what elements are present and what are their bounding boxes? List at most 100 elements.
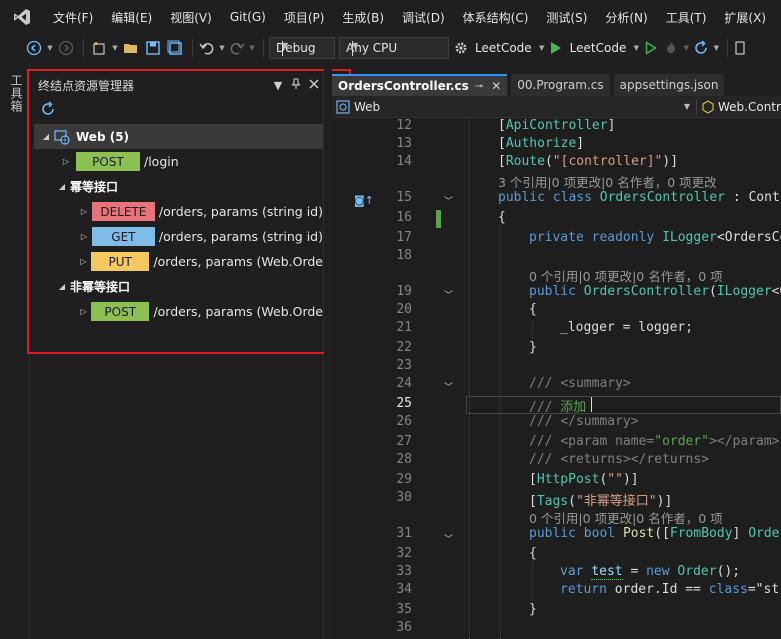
code-line[interactable]: 36	[332, 620, 781, 638]
code-line[interactable]: 29 [HttpPost("")]	[332, 472, 781, 490]
code-editor[interactable]: ◙↑ ﹀ ﹀ ﹀ ﹀ 12 [ApiController] 13 [Authorize…	[332, 118, 781, 639]
tree-item-endpoint[interactable]: ▷ GET /orders, params (string id)	[34, 224, 323, 249]
code-line[interactable]: 30 [Tags("非幂等接口")]	[332, 490, 781, 509]
code-line[interactable]: 25 /// 添加	[332, 396, 781, 415]
platform-select[interactable]: Any CPU ▼	[339, 37, 449, 59]
project-scope-select[interactable]: Web ▼	[332, 97, 696, 117]
collapsed-triangle-icon[interactable]: ▷	[78, 257, 89, 266]
refresh-icon[interactable]	[692, 37, 710, 59]
code-line[interactable]: 23	[332, 358, 781, 376]
start-without-debugging-icon[interactable]	[642, 37, 660, 59]
undo-icon[interactable]	[198, 37, 216, 59]
tree-item-group[interactable]: ◢ 幂等接口	[34, 174, 323, 199]
tab-appsettings[interactable]: appsettings.json	[613, 74, 725, 96]
overflow-icon[interactable]	[733, 37, 747, 59]
collapsed-triangle-icon[interactable]: ▷	[78, 232, 90, 241]
code-line[interactable]: 28 /// <returns></returns>	[332, 452, 781, 470]
code-line[interactable]: 14 [Route("[controller]")]	[332, 154, 781, 172]
close-icon[interactable]	[305, 79, 323, 92]
menu-test[interactable]: 测试(S)	[537, 0, 596, 34]
dropdown-caret-icon[interactable]: ▼	[632, 37, 640, 59]
class-scope-select[interactable]: Web.Contr	[697, 97, 781, 117]
gear-icon[interactable]	[453, 37, 469, 59]
expanded-triangle-icon[interactable]: ◢	[56, 182, 68, 191]
code-line[interactable]: 27 /// <param name="order"></param>	[332, 434, 781, 452]
tab-program[interactable]: 00.Program.cs	[511, 74, 610, 96]
code-line[interactable]: 33 var test = new Order();	[332, 564, 781, 582]
hot-reload-icon[interactable]	[662, 37, 680, 59]
dropdown-caret-icon[interactable]: ▼	[712, 37, 720, 59]
collapsed-triangle-icon[interactable]: ▷	[78, 207, 90, 216]
dropdown-caret-icon[interactable]: ▼	[248, 37, 256, 59]
menu-analyze[interactable]: 分析(N)	[596, 0, 656, 34]
close-icon[interactable]: ✕	[491, 79, 501, 93]
tab-orders-controller[interactable]: OrdersController.cs ⊸ ✕	[332, 74, 508, 96]
code-line[interactable]: 19 public OrdersController(ILogger<O	[332, 284, 781, 302]
start-debugging-icon[interactable]	[548, 37, 564, 59]
tree-item-endpoint[interactable]: ▷ POST /orders, params (Web.Orde	[34, 299, 323, 324]
startup-project-label[interactable]: LeetCode	[475, 41, 532, 55]
codelens-hint[interactable]: 0 个引用|0 项更改|0 名作者，0 项	[332, 508, 781, 526]
menu-tools[interactable]: 工具(T)	[657, 0, 716, 34]
code-line[interactable]: 31 public bool Post([FromBody] Order	[332, 526, 781, 544]
code-line[interactable]: 26 /// </summary>	[332, 414, 781, 432]
navigate-forward-icon[interactable]	[56, 37, 76, 59]
code-line[interactable]: 34 return order.Id == class="st">"897";	[332, 582, 781, 600]
menu-file[interactable]: 文件(F)	[44, 0, 102, 34]
menu-build[interactable]: 生成(B)	[333, 0, 393, 34]
code-line[interactable]: 12 [ApiController]	[332, 118, 781, 136]
tree-item-endpoint[interactable]: ▷ DELETE /orders, params (string id)	[34, 199, 323, 224]
dropdown-caret-icon[interactable]: ▼	[218, 37, 226, 59]
line-number: 17	[396, 230, 412, 245]
code-line[interactable]: 24 /// <summary>	[332, 376, 781, 394]
new-project-icon[interactable]	[89, 37, 109, 59]
tree-item-group[interactable]: ◢ 非幂等接口	[34, 274, 323, 299]
visual-studio-logo-icon[interactable]	[0, 0, 44, 34]
dropdown-caret-icon[interactable]: ▼	[682, 37, 690, 59]
code-line[interactable]: 16 {	[332, 210, 781, 228]
toolbar-separator	[263, 39, 264, 57]
navigate-back-icon[interactable]	[24, 37, 44, 59]
toolbox-tab[interactable]: 工具箱	[8, 74, 25, 113]
tree-item-endpoint[interactable]: ▷ PUT /orders, params (Web.Orde	[34, 249, 323, 274]
save-icon[interactable]	[143, 37, 163, 59]
code-line[interactable]: 18	[332, 248, 781, 266]
open-folder-icon[interactable]	[121, 37, 141, 59]
expanded-triangle-icon[interactable]: ◢	[40, 132, 52, 141]
line-number: 23	[396, 358, 412, 373]
code-line[interactable]: 17 private readonly ILogger<OrdersCo	[332, 230, 781, 248]
splitter[interactable]	[324, 62, 332, 639]
menu-debug[interactable]: 调试(D)	[393, 0, 454, 34]
dropdown-caret-icon[interactable]: ▼	[46, 37, 54, 59]
save-all-icon[interactable]	[165, 37, 185, 59]
code-line[interactable]: 22}	[332, 340, 781, 358]
code-line[interactable]: 21 _logger = logger;	[332, 320, 781, 338]
menu-project[interactable]: 项目(P)	[275, 0, 334, 34]
window-position-icon[interactable]: ▼	[269, 79, 287, 92]
code-line[interactable]: 15 public class OrdersController : Contr	[332, 190, 781, 208]
code-line[interactable]: 32 {	[332, 546, 781, 564]
redo-icon[interactable]	[228, 37, 246, 59]
menu-edit[interactable]: 编辑(E)	[102, 0, 161, 34]
tree-item-endpoint[interactable]: ▷ POST /login	[34, 149, 323, 174]
codelens-hint[interactable]: 3 个引用|0 项更改|0 名作者，0 项更改	[332, 172, 781, 190]
menu-extensions[interactable]: 扩展(X)	[715, 0, 775, 34]
menu-git[interactable]: Git(G)	[221, 0, 275, 34]
collapsed-triangle-icon[interactable]: ▷	[78, 307, 89, 316]
pin-icon[interactable]	[287, 77, 305, 93]
collapsed-triangle-icon[interactable]: ▷	[60, 157, 72, 166]
code-line[interactable]: 13 [Authorize]	[332, 136, 781, 154]
pin-icon[interactable]: ⊸	[475, 81, 483, 92]
configuration-select[interactable]: Debug ▼	[269, 37, 335, 59]
tree-item-project-web[interactable]: ◢ Web (5)	[34, 124, 323, 149]
code-line[interactable]: 35}	[332, 602, 781, 620]
refresh-icon[interactable]	[40, 100, 56, 120]
dropdown-caret-icon[interactable]: ▼	[538, 37, 546, 59]
menu-architecture[interactable]: 体系结构(C)	[454, 0, 538, 34]
expanded-triangle-icon[interactable]: ◢	[56, 282, 68, 291]
start-button-label[interactable]: LeetCode	[570, 41, 627, 55]
codelens-hint[interactable]: 0 个引用|0 项更改|0 名作者，0 项	[332, 266, 781, 284]
code-line[interactable]: 20 {	[332, 302, 781, 320]
dropdown-caret-icon[interactable]: ▼	[111, 37, 119, 59]
menu-view[interactable]: 视图(V)	[161, 0, 221, 34]
